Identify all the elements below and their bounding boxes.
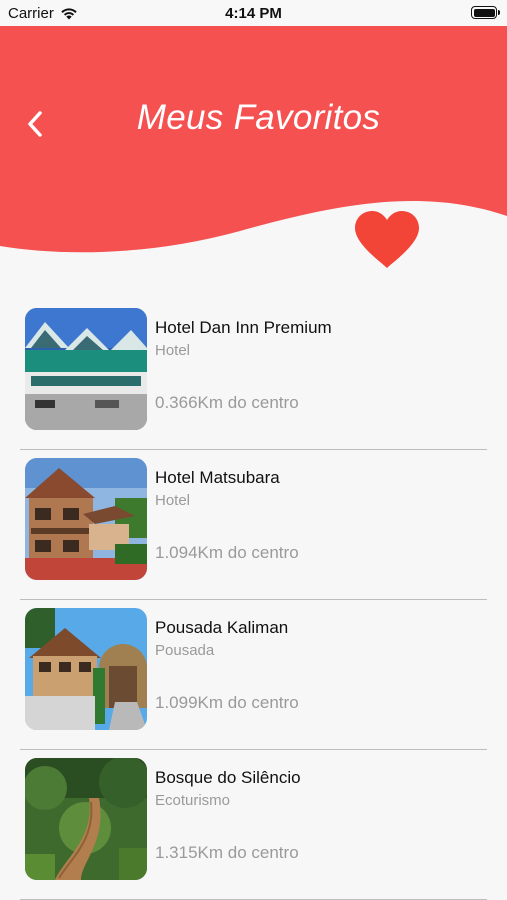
heart-icon xyxy=(355,211,419,268)
hotel-thumbnail xyxy=(25,458,147,580)
item-category: Hotel xyxy=(155,342,191,359)
hotel-thumbnail xyxy=(25,758,147,880)
hotel-thumbnail xyxy=(25,608,147,730)
favorites-list: Hotel Dan Inn Premium Hotel 0.366Km do c… xyxy=(20,300,487,900)
page-title: Meus Favoritos xyxy=(136,98,381,137)
list-item[interactable]: Pousada Kaliman Pousada 1.099Km do centr… xyxy=(20,600,487,750)
list-item[interactable]: Hotel Dan Inn Premium Hotel 0.366Km do c… xyxy=(20,300,487,450)
item-name: Pousada Kaliman xyxy=(155,618,289,637)
item-distance: 1.315Km do centro xyxy=(155,843,299,862)
item-category: Ecoturismo xyxy=(155,792,231,809)
hotel-thumbnail xyxy=(25,308,147,430)
item-category: Hotel xyxy=(155,492,191,509)
item-category: Pousada xyxy=(155,642,215,659)
list-item[interactable]: Bosque do Silêncio Ecoturismo 1.315Km do… xyxy=(20,750,487,900)
item-distance: 1.094Km do centro xyxy=(155,543,299,562)
clock: 4:14 PM xyxy=(225,5,282,22)
item-info: Hotel Matsubara Hotel 1.094Km do centro xyxy=(155,468,487,562)
item-distance: 1.099Km do centro xyxy=(155,693,299,712)
item-name: Hotel Matsubara xyxy=(155,468,280,487)
status-bar: Carrier 4:14 PM xyxy=(0,0,507,26)
item-distance: 0.366Km do centro xyxy=(155,393,299,412)
list-item[interactable]: Hotel Matsubara Hotel 1.094Km do centro xyxy=(20,450,487,600)
battery-icon xyxy=(471,6,500,19)
item-name: Bosque do Silêncio xyxy=(155,768,301,787)
header-background xyxy=(0,26,507,253)
item-info: Pousada Kaliman Pousada 1.099Km do centr… xyxy=(155,618,487,712)
item-info: Hotel Dan Inn Premium Hotel 0.366Km do c… xyxy=(155,318,487,412)
item-name: Hotel Dan Inn Premium xyxy=(155,318,332,337)
item-info: Bosque do Silêncio Ecoturismo 1.315Km do… xyxy=(155,768,487,862)
